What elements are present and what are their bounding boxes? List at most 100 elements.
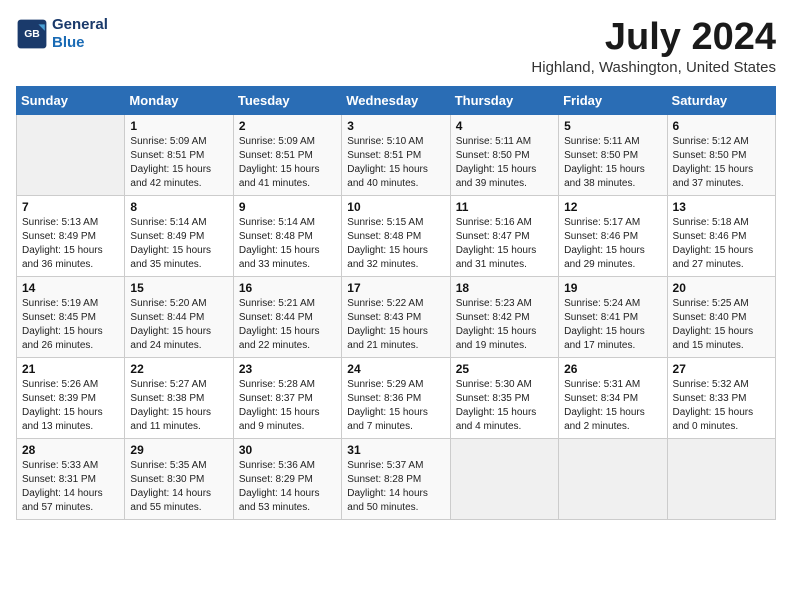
day-info: Sunrise: 5:19 AM Sunset: 8:45 PM Dayligh… [22,297,119,353]
calendar-cell: 28 Sunrise: 5:33 AM Sunset: 8:31 PM Dayli… [17,439,125,520]
logo: GB General Blue [16,16,108,52]
day-number: 23 [239,362,336,376]
calendar-cell: 26 Sunrise: 5:31 AM Sunset: 8:34 PM Dayli… [559,358,667,439]
day-number: 6 [673,119,770,133]
day-info: Sunrise: 5:28 AM Sunset: 8:37 PM Dayligh… [239,378,336,434]
day-info: Sunrise: 5:11 AM Sunset: 8:50 PM Dayligh… [564,135,661,191]
calendar-cell: 6 Sunrise: 5:12 AM Sunset: 8:50 PM Daylig… [667,115,775,196]
header: GB General Blue July 2024 Highland, Wash… [16,16,776,76]
calendar-cell: 21 Sunrise: 5:26 AM Sunset: 8:39 PM Dayli… [17,358,125,439]
day-number: 16 [239,281,336,295]
day-of-week-header: Thursday [450,87,558,115]
day-number: 5 [564,119,661,133]
logo-line1: General [52,16,108,34]
calendar-cell: 5 Sunrise: 5:11 AM Sunset: 8:50 PM Daylig… [559,115,667,196]
day-number: 24 [347,362,444,376]
day-number: 26 [564,362,661,376]
day-info: Sunrise: 5:17 AM Sunset: 8:46 PM Dayligh… [564,216,661,272]
day-number: 10 [347,200,444,214]
day-number: 22 [130,362,227,376]
calendar-cell: 23 Sunrise: 5:28 AM Sunset: 8:37 PM Dayli… [233,358,341,439]
day-info: Sunrise: 5:30 AM Sunset: 8:35 PM Dayligh… [456,378,553,434]
day-info: Sunrise: 5:25 AM Sunset: 8:40 PM Dayligh… [673,297,770,353]
day-number: 11 [456,200,553,214]
calendar-cell: 18Sunrise: 5:23 AM Sunset: 8:42 PM Dayli… [450,277,558,358]
calendar-week-row: 21 Sunrise: 5:26 AM Sunset: 8:39 PM Dayli… [17,358,776,439]
calendar-cell: 8Sunrise: 5:14 AM Sunset: 8:49 PM Daylig… [125,196,233,277]
day-info: Sunrise: 5:35 AM Sunset: 8:30 PM Dayligh… [130,459,227,515]
logo-line2: Blue [52,34,108,52]
day-info: Sunrise: 5:22 AM Sunset: 8:43 PM Dayligh… [347,297,444,353]
calendar-cell: 15Sunrise: 5:20 AM Sunset: 8:44 PM Dayli… [125,277,233,358]
day-number: 14 [22,281,119,295]
calendar-cell [17,115,125,196]
day-number: 21 [22,362,119,376]
day-number: 13 [673,200,770,214]
calendar-cell: 12Sunrise: 5:17 AM Sunset: 8:46 PM Dayli… [559,196,667,277]
calendar-header: SundayMondayTuesdayWednesdayThursdayFrid… [17,87,776,115]
day-info: Sunrise: 5:31 AM Sunset: 8:34 PM Dayligh… [564,378,661,434]
day-number: 27 [673,362,770,376]
calendar-cell: 22 Sunrise: 5:27 AM Sunset: 8:38 PM Dayli… [125,358,233,439]
main-title: July 2024 [531,16,776,59]
day-number: 1 [130,119,227,133]
day-info: Sunrise: 5:24 AM Sunset: 8:41 PM Dayligh… [564,297,661,353]
day-info: Sunrise: 5:36 AM Sunset: 8:29 PM Dayligh… [239,459,336,515]
calendar-week-row: 28 Sunrise: 5:33 AM Sunset: 8:31 PM Dayli… [17,439,776,520]
day-info: Sunrise: 5:27 AM Sunset: 8:38 PM Dayligh… [130,378,227,434]
day-info: Sunrise: 5:11 AM Sunset: 8:50 PM Dayligh… [456,135,553,191]
calendar-cell: 1 Sunrise: 5:09 AM Sunset: 8:51 PM Daylig… [125,115,233,196]
subtitle: Highland, Washington, United States [531,59,776,76]
calendar-cell [559,439,667,520]
calendar-cell: 19 Sunrise: 5:24 AM Sunset: 8:41 PM Dayli… [559,277,667,358]
day-info: Sunrise: 5:09 AM Sunset: 8:51 PM Dayligh… [130,135,227,191]
day-info: Sunrise: 5:18 AM Sunset: 8:46 PM Dayligh… [673,216,770,272]
calendar-cell: 16Sunrise: 5:21 AM Sunset: 8:44 PM Dayli… [233,277,341,358]
day-number: 19 [564,281,661,295]
day-info: Sunrise: 5:14 AM Sunset: 8:48 PM Dayligh… [239,216,336,272]
day-number: 20 [673,281,770,295]
day-number: 25 [456,362,553,376]
calendar-cell: 10 Sunrise: 5:15 AM Sunset: 8:48 PM Dayli… [342,196,450,277]
day-number: 17 [347,281,444,295]
logo-text: General Blue [52,16,108,52]
day-number: 7 [22,200,119,214]
svg-text:GB: GB [24,29,40,40]
day-of-week-header: Wednesday [342,87,450,115]
calendar-cell: 14 Sunrise: 5:19 AM Sunset: 8:45 PM Dayli… [17,277,125,358]
day-info: Sunrise: 5:15 AM Sunset: 8:48 PM Dayligh… [347,216,444,272]
day-info: Sunrise: 5:16 AM Sunset: 8:47 PM Dayligh… [456,216,553,272]
calendar-body: 1 Sunrise: 5:09 AM Sunset: 8:51 PM Daylig… [17,115,776,520]
day-of-week-header: Tuesday [233,87,341,115]
calendar-cell: 27 Sunrise: 5:32 AM Sunset: 8:33 PM Dayli… [667,358,775,439]
day-info: Sunrise: 5:20 AM Sunset: 8:44 PM Dayligh… [130,297,227,353]
day-info: Sunrise: 5:37 AM Sunset: 8:28 PM Dayligh… [347,459,444,515]
day-number: 31 [347,443,444,457]
day-info: Sunrise: 5:33 AM Sunset: 8:31 PM Dayligh… [22,459,119,515]
title-area: July 2024 Highland, Washington, United S… [531,16,776,76]
day-number: 4 [456,119,553,133]
calendar-cell: 11 Sunrise: 5:16 AM Sunset: 8:47 PM Dayli… [450,196,558,277]
calendar-week-row: 1 Sunrise: 5:09 AM Sunset: 8:51 PM Daylig… [17,115,776,196]
calendar-table: SundayMondayTuesdayWednesdayThursdayFrid… [16,86,776,520]
calendar-cell: 30 Sunrise: 5:36 AM Sunset: 8:29 PM Dayli… [233,439,341,520]
calendar-cell: 24Sunrise: 5:29 AM Sunset: 8:36 PM Dayli… [342,358,450,439]
day-info: Sunrise: 5:14 AM Sunset: 8:49 PM Dayligh… [130,216,227,272]
day-of-week-header: Monday [125,87,233,115]
day-info: Sunrise: 5:10 AM Sunset: 8:51 PM Dayligh… [347,135,444,191]
day-info: Sunrise: 5:23 AM Sunset: 8:42 PM Dayligh… [456,297,553,353]
day-info: Sunrise: 5:13 AM Sunset: 8:49 PM Dayligh… [22,216,119,272]
day-number: 30 [239,443,336,457]
day-header-row: SundayMondayTuesdayWednesdayThursdayFrid… [17,87,776,115]
calendar-cell: 25 Sunrise: 5:30 AM Sunset: 8:35 PM Dayli… [450,358,558,439]
day-of-week-header: Sunday [17,87,125,115]
day-number: 28 [22,443,119,457]
day-info: Sunrise: 5:12 AM Sunset: 8:50 PM Dayligh… [673,135,770,191]
day-info: Sunrise: 5:26 AM Sunset: 8:39 PM Dayligh… [22,378,119,434]
day-info: Sunrise: 5:32 AM Sunset: 8:33 PM Dayligh… [673,378,770,434]
day-of-week-header: Friday [559,87,667,115]
calendar-week-row: 14 Sunrise: 5:19 AM Sunset: 8:45 PM Dayli… [17,277,776,358]
calendar-week-row: 7 Sunrise: 5:13 AM Sunset: 8:49 PM Daylig… [17,196,776,277]
calendar-cell [667,439,775,520]
calendar-cell: 2Sunrise: 5:09 AM Sunset: 8:51 PM Daylig… [233,115,341,196]
